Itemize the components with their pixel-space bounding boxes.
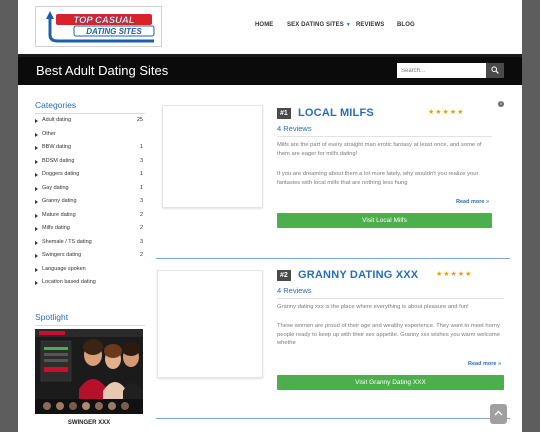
nav-item-blog[interactable]: BLOG: [397, 22, 415, 28]
visit-button[interactable]: Visit Granny Dating XXX: [277, 375, 504, 390]
search-icon: [491, 66, 499, 74]
category-item[interactable]: Language spoken: [35, 266, 145, 278]
category-count: 3: [139, 157, 143, 164]
category-item[interactable]: Granny dating 3: [35, 198, 145, 210]
category-item[interactable]: BDSM dating 3: [35, 158, 145, 170]
listing-image[interactable]: [162, 105, 263, 208]
category-label: Doggers dating: [42, 171, 80, 177]
bullet-arrow-icon: [35, 267, 38, 272]
rank-badge: #2: [277, 270, 291, 281]
bullet-arrow-icon: [35, 200, 38, 204]
category-label: Shemale / TS dating: [42, 238, 92, 245]
page-title: Best Adult Dating Sites: [36, 63, 169, 78]
bullet-arrow-icon: [35, 173, 38, 177]
divider: [35, 325, 145, 326]
bullet-arrow-icon: [35, 240, 38, 245]
spotlight-graphic: [35, 329, 143, 414]
spotlight-image[interactable]: [35, 329, 143, 414]
reviews-link[interactable]: 4 Reviews: [277, 124, 312, 133]
bullet-arrow-icon: [35, 213, 38, 218]
category-label: Language spoken: [42, 265, 86, 272]
bullet-arrow-icon: [35, 281, 38, 285]
spotlight-caption[interactable]: SWINGER XXX: [35, 420, 143, 426]
visit-button[interactable]: Visit Local Milfs: [277, 213, 492, 228]
category-label: Milfs dating: [42, 225, 70, 231]
category-item[interactable]: Shemale / TS dating 3: [35, 239, 145, 251]
listing-description: If you are dreaming about them a lot mor…: [277, 171, 479, 186]
category-item[interactable]: Other: [35, 131, 145, 143]
category-count: 1: [139, 171, 143, 177]
category-count: 25: [136, 117, 143, 123]
divider: [277, 136, 492, 137]
category-item[interactable]: Doggers dating 1: [35, 171, 145, 183]
listing-title[interactable]: GRANNY DATING XXX: [298, 269, 418, 281]
category-item[interactable]: Swingers dating 2: [35, 252, 145, 264]
bullet-arrow-icon: [35, 146, 38, 150]
category-item[interactable]: Adult dating 25: [35, 117, 145, 129]
scroll-to-top-button[interactable]: [490, 404, 507, 424]
category-count: 2: [139, 211, 143, 218]
divider: [277, 298, 504, 299]
category-count: 3: [139, 198, 143, 204]
rank-badge: #1: [277, 108, 291, 119]
caret-down-icon: ▼: [345, 22, 351, 28]
search-input[interactable]: [397, 63, 486, 78]
bullet-arrow-icon: [35, 119, 38, 123]
category-item[interactable]: Location based dating: [35, 279, 145, 291]
spotlight-heading: Spotlight: [35, 312, 69, 322]
listing-title[interactable]: LOCAL MILFS: [298, 107, 374, 119]
listing-divider: [156, 258, 510, 259]
main-nav: HOME SEX DATING SITES ▼ REVIEWS BLOG: [18, 22, 522, 34]
listing-description: These women are proud of their age and w…: [277, 323, 500, 346]
bullet-arrow-icon: [35, 227, 38, 231]
info-icon[interactable]: i: [498, 101, 504, 107]
listing-description: Milfs are the part of every straight man…: [277, 142, 482, 157]
site-header: TOP CASUAL DATING SITES HOME SEX DATING …: [18, 0, 522, 54]
read-more-link[interactable]: Read more »: [456, 199, 489, 205]
rating-stars: ★★★★★: [428, 109, 465, 116]
read-more-link[interactable]: Read more »: [468, 361, 501, 367]
category-label: Adult dating: [42, 117, 72, 123]
category-item[interactable]: Mature dating 2: [35, 212, 145, 224]
bullet-arrow-icon: [35, 132, 38, 137]
category-count: 1: [139, 184, 143, 191]
page: TOP CASUAL DATING SITES HOME SEX DATING …: [18, 0, 522, 432]
nav-item-home[interactable]: HOME: [255, 22, 273, 28]
category-label: Other: [42, 130, 56, 137]
category-label: Swingers dating: [42, 252, 82, 258]
category-item[interactable]: BBW dating 1: [35, 144, 145, 156]
title-bar: Best Adult Dating Sites: [18, 54, 522, 85]
category-label: Location based dating: [42, 279, 96, 285]
listing-description: Granny dating xxx is the place where eve…: [277, 304, 469, 310]
chevron-up-icon: [494, 410, 503, 416]
nav-item-label: SEX DATING SITES: [287, 22, 344, 28]
category-label: Mature dating: [42, 211, 76, 218]
category-label: BDSM dating: [42, 157, 75, 164]
listing-image[interactable]: [157, 270, 263, 378]
divider: [35, 113, 145, 114]
categories-heading: Categories: [35, 100, 77, 110]
category-label: Granny dating: [42, 198, 77, 204]
bullet-arrow-icon: [35, 159, 38, 164]
category-count: 2: [139, 225, 143, 231]
rating-stars: ★★★★★: [436, 271, 473, 278]
reviews-link[interactable]: 4 Reviews: [277, 286, 312, 295]
listing-divider: [156, 418, 510, 419]
category-count: 1: [139, 144, 143, 150]
category-item[interactable]: Gay dating 1: [35, 185, 145, 197]
category-label: Gay dating: [42, 184, 69, 191]
bullet-arrow-icon: [35, 254, 38, 258]
category-label: BBW dating: [42, 144, 72, 150]
category-count: 3: [139, 238, 143, 245]
nav-item-sex-dating-sites[interactable]: SEX DATING SITES ▼: [287, 22, 351, 28]
bullet-arrow-icon: [35, 186, 38, 191]
nav-item-reviews[interactable]: REVIEWS: [356, 22, 384, 28]
category-item[interactable]: Milfs dating 2: [35, 225, 145, 237]
category-count: 2: [139, 252, 143, 258]
search-button[interactable]: [486, 63, 504, 78]
